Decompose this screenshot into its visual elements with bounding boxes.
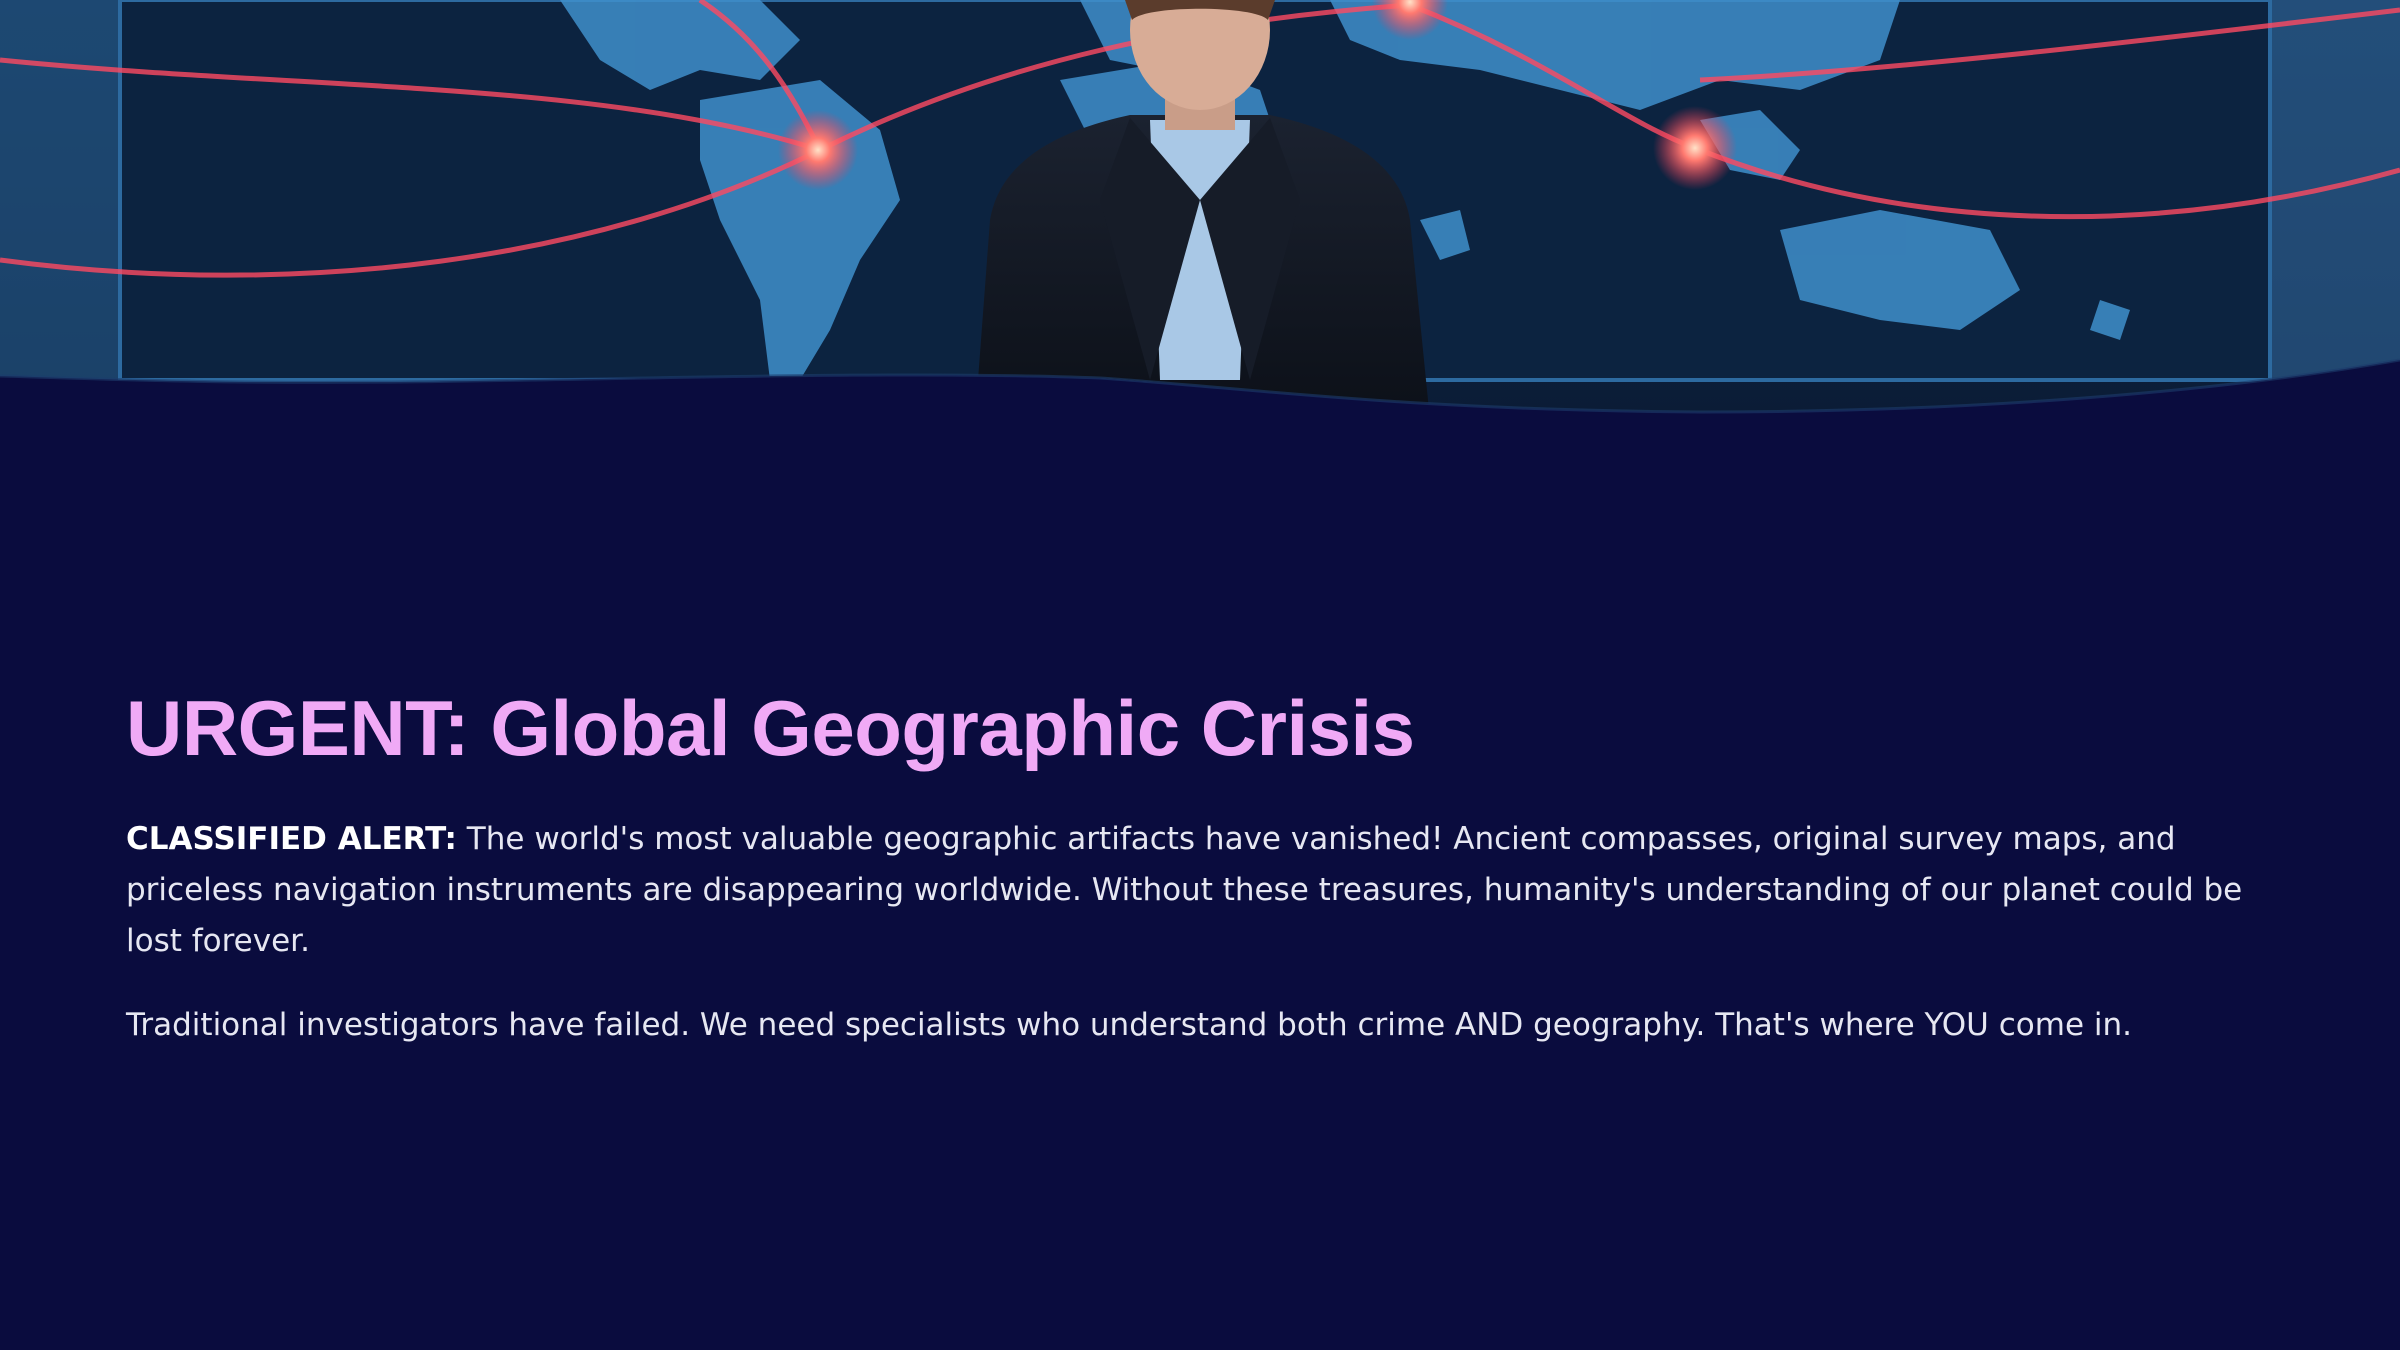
slide: URGENT: Global Geographic Crisis CLASSIF… bbox=[0, 0, 2400, 1350]
page-title: URGENT: Global Geographic Crisis bbox=[126, 684, 1415, 772]
content: URGENT: Global Geographic Crisis CLASSIF… bbox=[126, 680, 2286, 1051]
paragraph-classified-alert: CLASSIFIED ALERT: The world's most valua… bbox=[126, 814, 2286, 967]
classified-alert-label: CLASSIFIED ALERT: bbox=[126, 821, 457, 857]
hero-image bbox=[0, 0, 2400, 420]
paragraph-call-to-action: Traditional investigators have failed. W… bbox=[126, 1007, 2132, 1043]
